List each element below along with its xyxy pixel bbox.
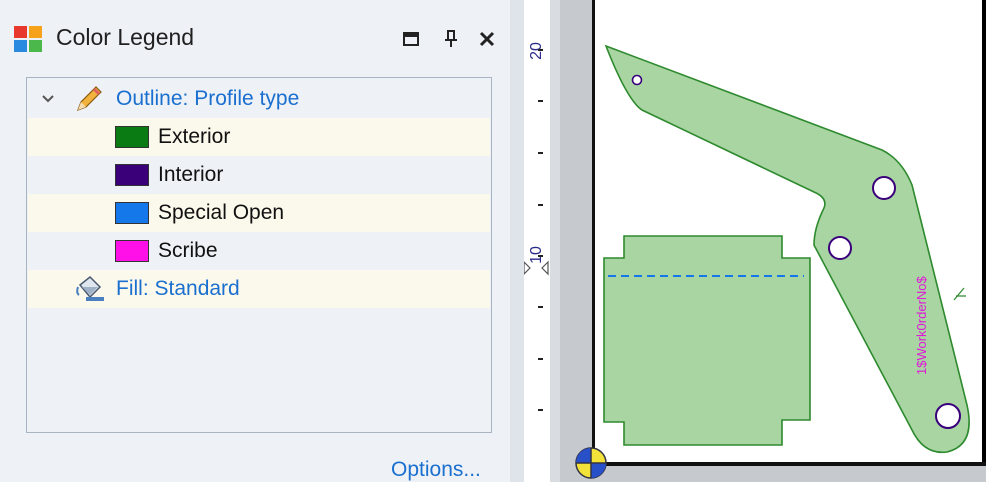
legend-item-label: Interior [158,163,224,186]
hole-3 [935,403,961,429]
color-legend-panel: Color Legend Outline: Profile type Exter… [0,0,510,482]
special-open-swatch [115,202,149,224]
legend-list: Outline: Profile type Exterior Interior … [26,77,492,433]
hole-small [631,74,643,86]
interior-swatch [115,164,149,186]
scribe-text: 1$Work0rderNo$ [914,275,929,375]
legend-item-label: Scribe [158,239,218,262]
panel-header: Color Legend [0,0,510,72]
ruler-ticks [524,49,549,411]
close-button[interactable] [474,26,500,52]
rect-part [603,235,811,446]
maximize-icon [403,32,419,46]
canvas-frame-bottom [592,462,986,466]
parts-drawing: 1$Work0rderNo$ [603,44,970,454]
exterior-swatch [115,126,149,148]
ruler-gutter [550,0,560,482]
panel-title: Color Legend [56,24,195,50]
close-icon [479,31,495,47]
legend-item-special-open: Special Open [28,194,490,232]
chevron-down-icon[interactable] [42,94,54,104]
legend-group-fill[interactable]: Fill: Standard [28,270,490,308]
origin-icon [575,447,607,479]
legend-item-label: Exterior [158,125,231,148]
vertical-ruler: 20 10 [524,0,550,462]
legend-item-label: Special Open [158,201,285,224]
hole-1 [872,176,896,200]
pin-button[interactable] [438,26,464,52]
pin-icon [445,30,457,47]
panel-splitter[interactable] [510,0,524,482]
color-legend-icon [14,26,42,52]
maximize-button[interactable] [398,26,424,52]
legend-item-scribe: Scribe [28,232,490,270]
hole-2 [828,236,852,260]
canvas-frame-left [592,0,595,462]
pencil-icon [76,86,102,112]
scribe-swatch [115,240,149,262]
legend-item-interior: Interior [28,156,490,194]
legend-group-outline[interactable]: Outline: Profile type [28,80,490,118]
drawing-canvas[interactable]: 1$Work0rderNo$ [592,0,986,462]
fill-group-label: Fill: Standard [116,277,240,300]
paint-bucket-icon [76,275,104,301]
options-link[interactable]: Options... [391,458,481,482]
outline-group-label: Outline: Profile type [116,87,300,110]
legend-item-exterior: Exterior [28,118,490,156]
edge-mark [953,287,966,301]
